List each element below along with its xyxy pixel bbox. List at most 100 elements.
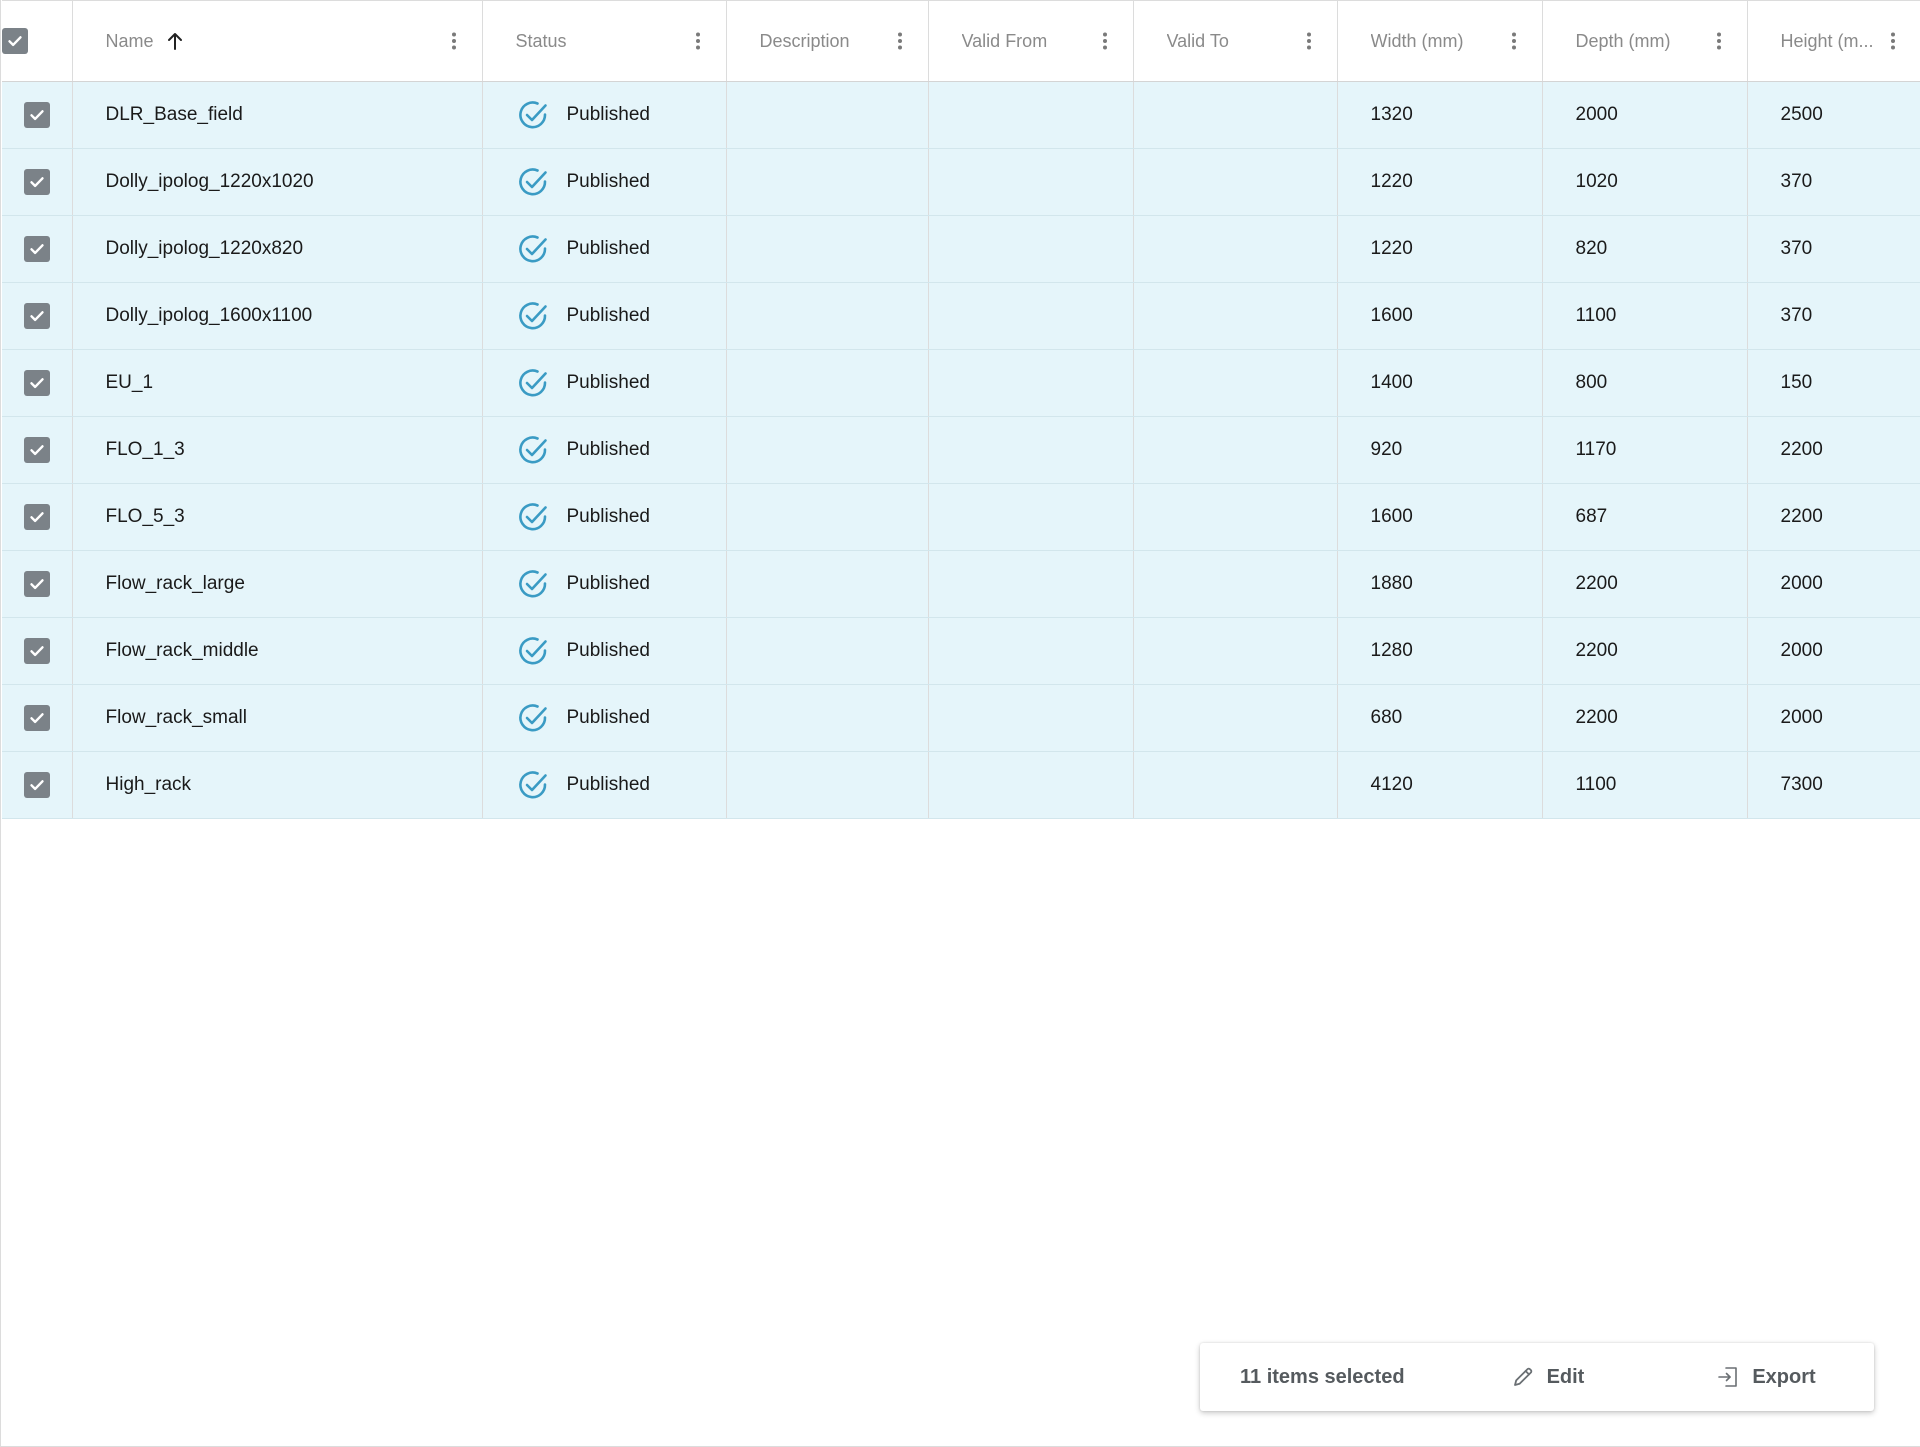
kebab-menu-icon[interactable]	[890, 27, 910, 55]
table-row[interactable]: FLO_1_3 Published 920 1170 2200	[2, 416, 1920, 484]
name-cell: EU_1	[72, 349, 483, 417]
row-checkbox[interactable]	[23, 437, 50, 463]
width-cell: 1220	[1337, 215, 1543, 283]
arrow-up-icon[interactable]	[166, 31, 184, 51]
check-circle-icon	[517, 434, 549, 466]
width-value: 1280	[1370, 640, 1413, 661]
row-select-cell	[2, 751, 73, 819]
header-row: Name Status Description Valid From Valid To W…	[2, 0, 1920, 82]
depth-value: 2200	[1575, 573, 1618, 594]
valid-from-cell	[928, 483, 1134, 551]
depth-cell: 820	[1542, 215, 1748, 283]
table-row[interactable]: Flow_rack_small Published 680 2200 2000	[2, 684, 1920, 752]
name-value: Dolly_ipolog_1600x1100	[105, 305, 313, 326]
table-row[interactable]: Flow_rack_large Published 1880 2200 2000	[2, 550, 1920, 618]
column-header-content: Valid To	[1134, 27, 1337, 55]
column-header-status[interactable]: Status	[482, 0, 727, 82]
description-cell	[726, 483, 929, 551]
name-cell: FLO_5_3	[72, 483, 483, 551]
edit-button[interactable]: Edit	[1511, 1365, 1585, 1389]
status-text: Published	[566, 372, 650, 393]
column-header-depth[interactable]: Depth (mm)	[1542, 0, 1748, 82]
height-cell: 2000	[1747, 617, 1920, 685]
column-header-label: Valid To	[1166, 30, 1229, 51]
kebab-menu-icon[interactable]	[1504, 27, 1524, 55]
status-cell: Published	[482, 483, 727, 551]
valid-to-cell	[1133, 483, 1338, 551]
width-cell: 1880	[1337, 550, 1543, 618]
kebab-menu-icon[interactable]	[688, 27, 708, 55]
column-header-content: Height (m...	[1748, 27, 1920, 55]
row-select-cell	[2, 215, 73, 283]
depth-cell: 2200	[1542, 617, 1748, 685]
column-header-content: Status	[483, 27, 726, 55]
column-header-name[interactable]: Name	[72, 0, 483, 82]
depth-cell: 1170	[1542, 416, 1748, 484]
status-text: Published	[566, 506, 650, 527]
check-circle-icon	[517, 166, 549, 198]
table-row[interactable]: FLO_5_3 Published 1600 687 2200	[2, 483, 1920, 551]
depth-value: 2000	[1575, 104, 1618, 125]
height-value: 2000	[1780, 707, 1823, 728]
name-value: EU_1	[105, 372, 154, 393]
row-select-cell	[2, 282, 73, 350]
row-checkbox[interactable]	[23, 370, 50, 396]
depth-value: 820	[1575, 238, 1608, 259]
row-checkbox[interactable]	[23, 638, 50, 664]
width-cell: 4120	[1337, 751, 1543, 819]
status-text: Published	[566, 305, 650, 326]
row-checkbox[interactable]	[23, 772, 50, 798]
status-text: Published	[566, 238, 650, 259]
table-row[interactable]: Flow_rack_middle Published 1280 2200 2000	[2, 617, 1920, 685]
description-cell	[726, 751, 929, 819]
row-checkbox[interactable]	[23, 102, 50, 128]
status-text: Published	[566, 774, 650, 795]
height-value: 2000	[1780, 640, 1823, 661]
export-button[interactable]: Export	[1716, 1365, 1816, 1389]
selection-action-bar: 11 items selected Edit Export	[1200, 1343, 1874, 1411]
column-header-width[interactable]: Width (mm)	[1337, 0, 1543, 82]
column-header-label: Width (mm)	[1370, 30, 1464, 51]
column-header-valid-to[interactable]: Valid To	[1133, 0, 1338, 82]
description-cell	[726, 81, 929, 149]
width-value: 1880	[1370, 573, 1413, 594]
status-text: Published	[566, 707, 650, 728]
column-header-label: Name	[105, 30, 154, 51]
width-value: 4120	[1370, 774, 1413, 795]
row-checkbox[interactable]	[23, 169, 50, 195]
select-all-checkbox[interactable]	[2, 28, 28, 54]
table-row[interactable]: Dolly_ipolog_1600x1100 Published 1600 1100 3…	[2, 282, 1920, 350]
row-checkbox[interactable]	[23, 236, 50, 262]
edit-button-label: Edit	[1546, 1365, 1585, 1388]
column-header-height[interactable]: Height (m...	[1747, 0, 1920, 82]
kebab-menu-icon[interactable]	[1299, 27, 1319, 55]
table-row[interactable]: Dolly_ipolog_1220x820 Published 1220 820 370	[2, 215, 1920, 283]
column-header-description[interactable]: Description	[726, 0, 929, 82]
kebab-menu-icon[interactable]	[1095, 27, 1115, 55]
valid-to-cell	[1133, 617, 1338, 685]
column-header-valid-from[interactable]: Valid From	[928, 0, 1134, 82]
grid-table: Name Status Description Valid From Valid To W…	[2, 0, 1920, 819]
row-checkbox[interactable]	[23, 571, 50, 597]
check-circle-icon	[517, 568, 549, 600]
row-checkbox[interactable]	[23, 504, 50, 530]
row-checkbox[interactable]	[23, 303, 50, 329]
name-cell: Flow_rack_large	[72, 550, 483, 618]
description-cell	[726, 148, 929, 216]
depth-value: 1170	[1575, 439, 1617, 460]
kebab-menu-icon[interactable]	[1709, 27, 1729, 55]
width-value: 1600	[1370, 506, 1413, 527]
status-cell: Published	[482, 751, 727, 819]
row-checkbox[interactable]	[23, 705, 50, 731]
table-row[interactable]: High_rack Published 4120 1100 7300	[2, 751, 1920, 819]
kebab-menu-icon[interactable]	[1883, 27, 1903, 55]
table-row[interactable]: EU_1 Published 1400 800 150	[2, 349, 1920, 417]
name-value: High_rack	[105, 774, 192, 795]
kebab-menu-icon[interactable]	[444, 27, 464, 55]
table-row[interactable]: Dolly_ipolog_1220x1020 Published 1220 1020 3…	[2, 148, 1920, 216]
status-text: Published	[566, 640, 650, 661]
table-row[interactable]: DLR_Base_field Published 1320 2000 2500	[2, 81, 1920, 149]
column-header-label: Valid From	[961, 30, 1048, 51]
status-badge: Published	[483, 99, 726, 131]
depth-value: 1020	[1575, 171, 1618, 192]
